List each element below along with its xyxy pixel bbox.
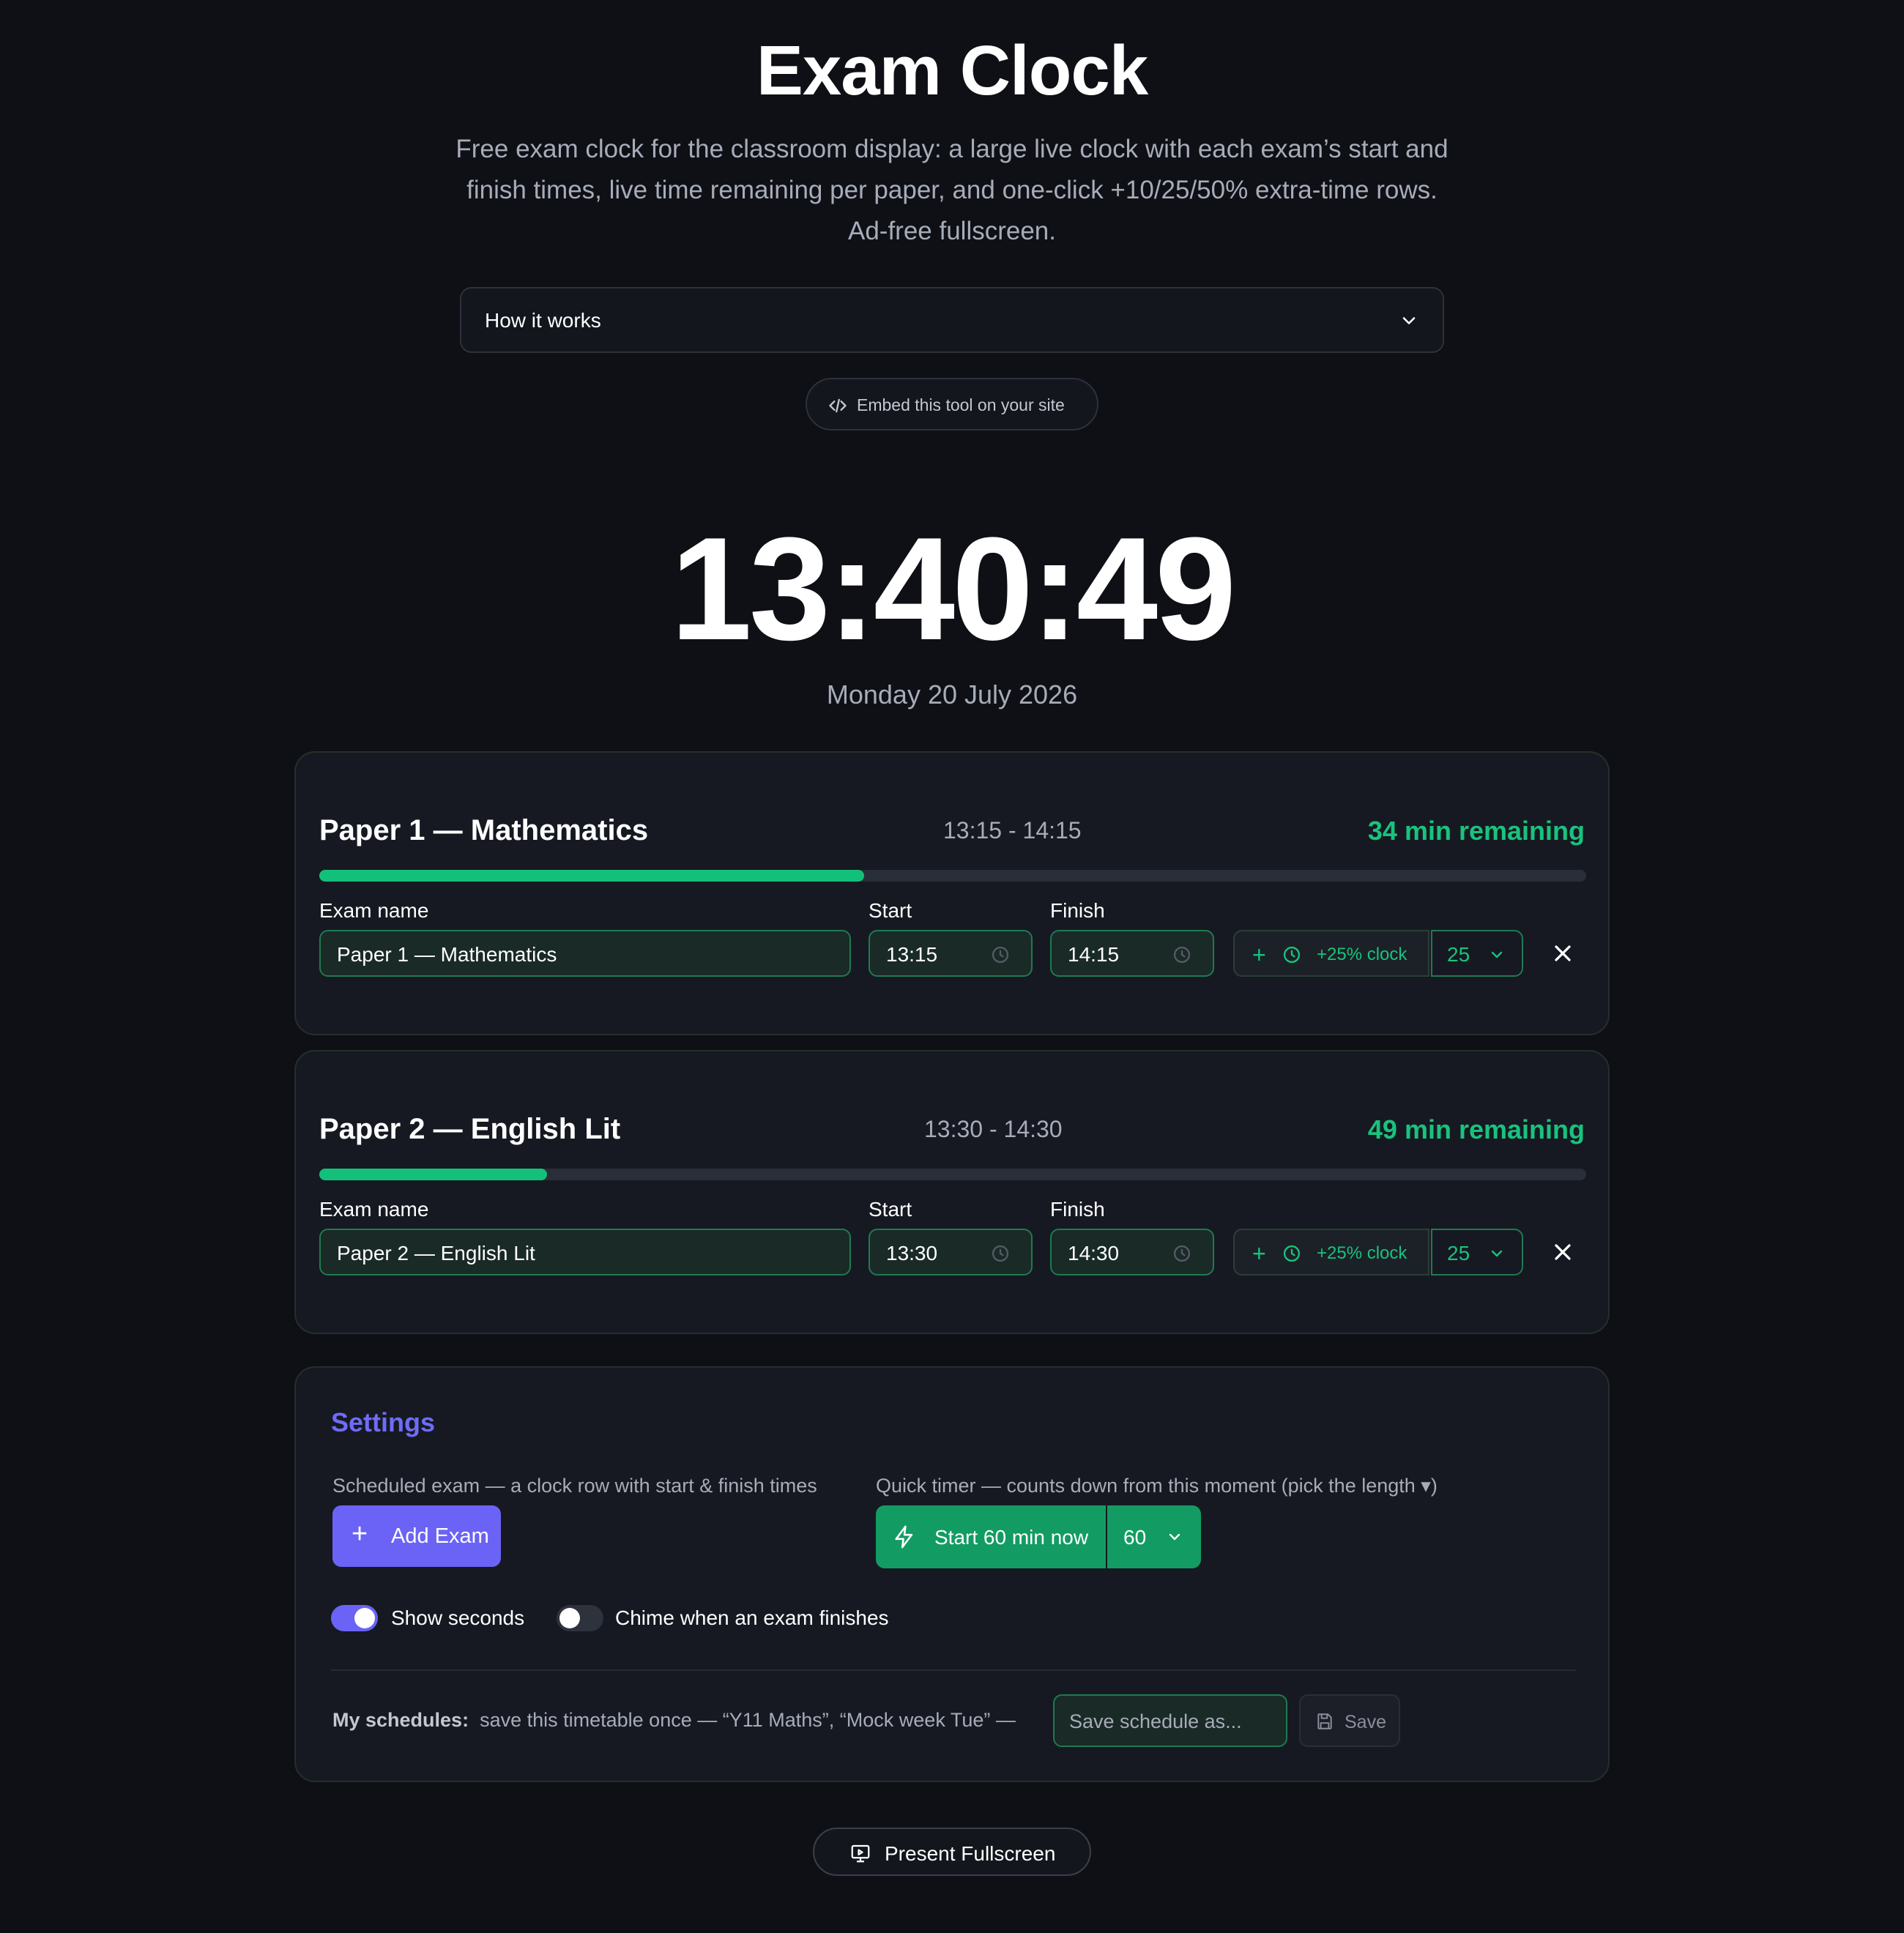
save-icon (1317, 1713, 1332, 1729)
exam-remaining: 34 min remaining (1367, 816, 1585, 846)
finish-time-value: 14:15 (1068, 943, 1120, 966)
exam-progress-track (319, 870, 1586, 882)
chime-label: Chime when an exam finishes (615, 1606, 889, 1629)
present-fullscreen-button[interactable]: Present Fullscreen (813, 1828, 1091, 1876)
exam-times: 13:15 - 14:15 (943, 817, 1082, 843)
start-label: Start (869, 899, 912, 922)
monitor-icon (851, 1844, 870, 1863)
live-clock: 13:40:49 (670, 507, 1237, 671)
exam-name-input[interactable]: Paper 2 — English Lit (319, 1229, 851, 1275)
my-schedules-description: save this timetable once — “Y11 Maths”, … (480, 1709, 1016, 1731)
extra-time-percent-select[interactable]: 25 (1431, 1229, 1523, 1275)
scheduled-exam-label: Scheduled exam — a clock row with start … (332, 1475, 817, 1497)
exam-card: Paper 2 — English Lit 13:30 - 14:30 49 m… (294, 1050, 1610, 1334)
extra-time-button[interactable]: + +25% clock (1233, 1229, 1429, 1275)
divider (331, 1669, 1576, 1671)
exam-name-value: Paper 1 — Mathematics (337, 943, 557, 966)
exam-title: Paper 1 — Mathematics (319, 814, 649, 846)
show-seconds-toggle[interactable] (331, 1605, 378, 1631)
start-time-input[interactable]: 13:30 (869, 1229, 1033, 1275)
code-icon (829, 398, 847, 413)
extra-time-percent-value: 25 (1447, 943, 1470, 966)
embed-button[interactable]: Embed this tool on your site (806, 378, 1098, 431)
quick-timer-length-select[interactable]: 60 (1107, 1505, 1201, 1568)
finish-time-input[interactable]: 14:30 (1050, 1229, 1214, 1275)
extra-time-percent-select[interactable]: 25 (1431, 930, 1523, 977)
save-schedule-button[interactable]: Save (1299, 1694, 1400, 1747)
how-it-works-label: How it works (485, 309, 601, 332)
quick-timer-label: Quick timer — counts down from this mome… (876, 1475, 1438, 1497)
chevron-down-icon (1491, 951, 1503, 958)
toggle-knob (354, 1608, 375, 1628)
clock-icon (1283, 1245, 1301, 1262)
finish-time-input[interactable]: 14:15 (1050, 930, 1214, 977)
start-time-value: 13:15 (886, 943, 938, 966)
clock-date: Monday 20 July 2026 (826, 679, 1078, 709)
plus-icon: + (1252, 1240, 1266, 1267)
start-quick-timer-label: Start 60 min now (934, 1526, 1089, 1549)
save-schedule-placeholder: Save schedule as... (1069, 1710, 1242, 1732)
finish-time-value: 14:30 (1068, 1242, 1120, 1265)
exam-times: 13:30 - 14:30 (924, 1116, 1063, 1142)
exam-name-value: Paper 2 — English Lit (337, 1242, 535, 1265)
extra-time-label: +25% clock (1317, 945, 1407, 964)
show-seconds-label: Show seconds (391, 1606, 525, 1629)
chevron-down-icon (1491, 1250, 1503, 1257)
finish-label: Finish (1050, 899, 1105, 922)
clock-icon (1173, 1245, 1191, 1262)
exam-name-label: Exam name (319, 1198, 429, 1221)
extra-time-percent-value: 25 (1447, 1242, 1470, 1265)
extra-time-label: +25% clock (1317, 1243, 1407, 1263)
exam-progress-fill (319, 1169, 548, 1180)
quick-timer-length-value: 60 (1123, 1526, 1147, 1549)
exam-card: Paper 1 — Mathematics 13:15 - 14:15 34 m… (294, 751, 1610, 1035)
page-title: Exam Clock (756, 31, 1148, 110)
plus-icon: + (1252, 942, 1266, 968)
page-subtitle: Free exam clock for the classroom displa… (455, 135, 1449, 245)
exam-name-input[interactable]: Paper 1 — Mathematics (319, 930, 851, 977)
extra-time-button[interactable]: + +25% clock (1233, 930, 1429, 977)
exam-progress-fill (319, 870, 864, 882)
chime-toggle[interactable] (557, 1605, 603, 1631)
chevron-down-icon (1169, 1533, 1180, 1541)
page: Exam Clock Free exam clock for the class… (0, 0, 1904, 1933)
exam-title: Paper 2 — English Lit (319, 1113, 621, 1145)
plus-icon: + (352, 1519, 368, 1549)
exam-name-label: Exam name (319, 899, 429, 922)
finish-label: Finish (1050, 1198, 1105, 1221)
present-fullscreen-label: Present Fullscreen (885, 1842, 1056, 1865)
settings-heading: Settings (331, 1407, 436, 1437)
clock-icon (992, 946, 1009, 964)
toggle-knob (559, 1608, 580, 1628)
start-time-input[interactable]: 13:15 (869, 930, 1033, 977)
remove-exam-close-icon[interactable] (1550, 1239, 1576, 1265)
clock-icon (992, 1245, 1009, 1262)
exam-progress-track (319, 1169, 1586, 1180)
add-exam-button[interactable]: + Add Exam (332, 1505, 501, 1567)
start-label: Start (869, 1198, 912, 1221)
start-quick-timer-button[interactable]: Start 60 min now (876, 1505, 1106, 1568)
my-schedules-label: My schedules: (332, 1709, 469, 1731)
embed-label: Embed this tool on your site (857, 395, 1065, 414)
start-time-value: 13:30 (886, 1242, 938, 1265)
save-label: Save (1345, 1712, 1386, 1732)
chevron-down-icon (1402, 317, 1416, 324)
save-schedule-input[interactable]: Save schedule as... (1053, 1694, 1287, 1747)
exam-remaining: 49 min remaining (1367, 1114, 1585, 1144)
lightning-icon (895, 1525, 913, 1549)
clock-icon (1173, 946, 1191, 964)
clock-icon (1283, 946, 1301, 964)
add-exam-label: Add Exam (391, 1524, 489, 1548)
remove-exam-close-icon[interactable] (1550, 940, 1576, 966)
how-it-works-accordion[interactable]: How it works (460, 287, 1444, 353)
settings-panel: Settings Scheduled exam — a clock row wi… (294, 1366, 1610, 1782)
my-schedules-text: My schedules: save this timetable once —… (332, 1709, 1016, 1732)
